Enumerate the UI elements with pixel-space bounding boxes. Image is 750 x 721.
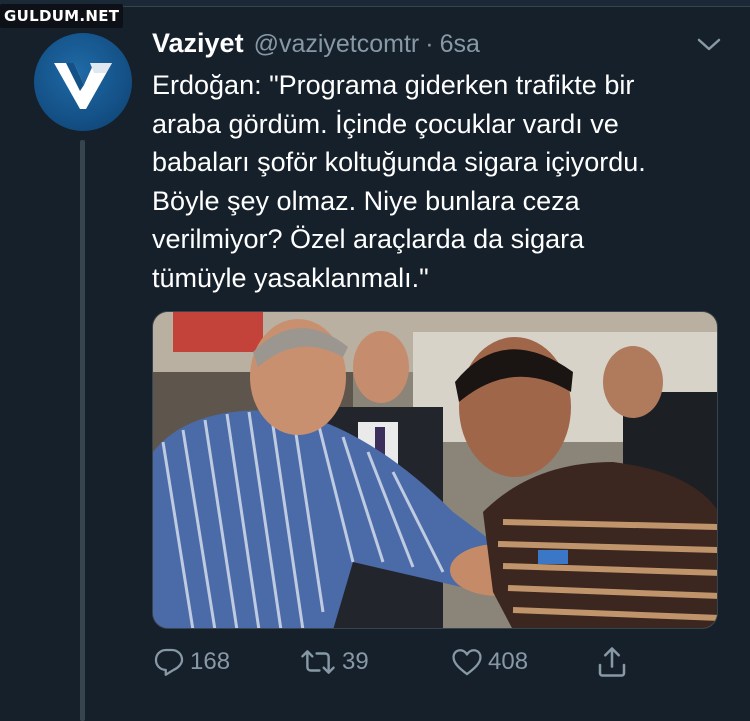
reply-button[interactable]: 168 (152, 640, 230, 684)
reply-icon (154, 648, 184, 676)
thread-line (80, 140, 85, 721)
retweet-count: 39 (342, 648, 369, 675)
chevron-down-icon (697, 38, 721, 51)
heart-icon (452, 649, 482, 676)
share-icon (598, 647, 626, 677)
share-button[interactable] (594, 640, 630, 684)
tweet-photo[interactable] (152, 311, 718, 629)
reply-count: 168 (190, 648, 231, 675)
tweet-time[interactable]: 6sa (440, 30, 480, 59)
display-name[interactable]: Vaziyet (152, 28, 244, 59)
retweet-icon (301, 650, 335, 674)
like-count: 408 (488, 648, 529, 675)
tweet-text: Erdoğan: "Programa giderken trafikte bir… (152, 70, 646, 293)
tweet-actions: 168 39 408 (152, 640, 652, 684)
user-handle[interactable]: @vaziyetcomtr (254, 30, 420, 59)
retweet-button[interactable]: 39 (298, 640, 369, 684)
tweet-header: Vaziyet @vaziyetcomtr · 6sa (152, 28, 480, 62)
like-button[interactable]: 408 (450, 640, 528, 684)
vaziyet-logo-icon (54, 63, 112, 109)
avatar[interactable] (34, 33, 132, 131)
watermark: GULDUM.NET (0, 4, 124, 28)
photo-illustration (153, 312, 717, 628)
separator-dot: · (425, 30, 434, 58)
tweet-menu-button[interactable] (694, 32, 724, 58)
